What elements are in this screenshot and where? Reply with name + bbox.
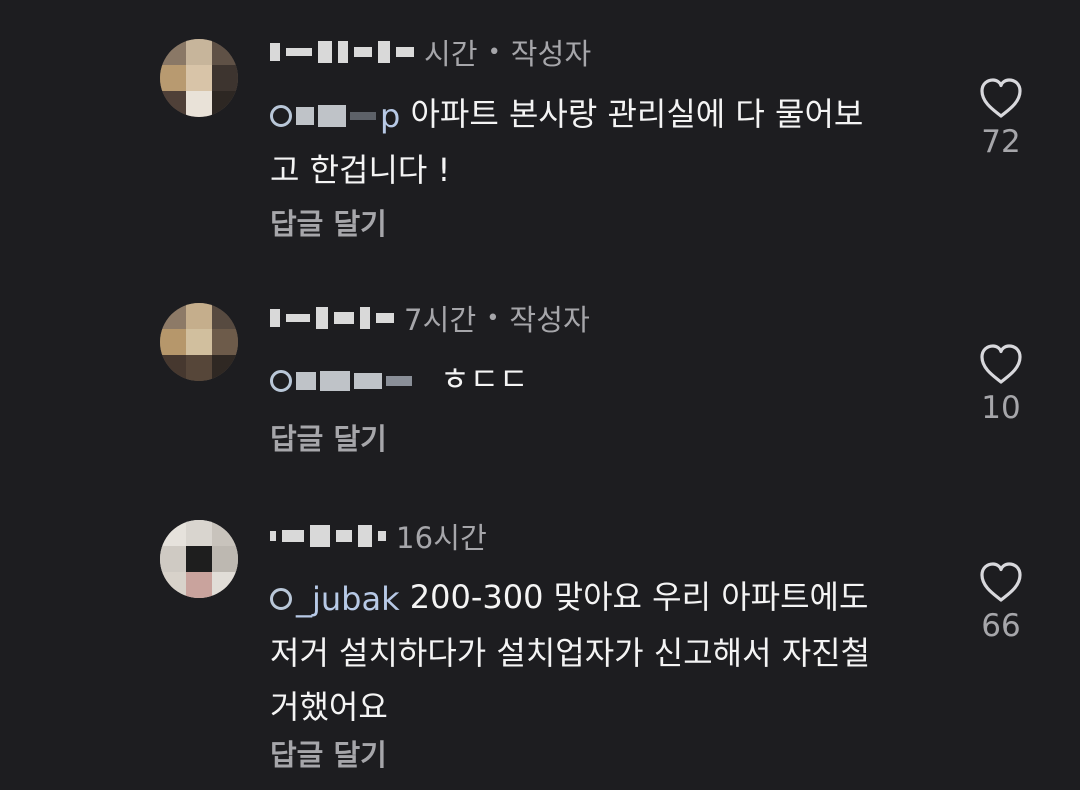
- avatar[interactable]: [160, 303, 238, 381]
- like-count: 66: [981, 608, 1021, 644]
- mention-tail: p: [380, 97, 401, 135]
- avatar[interactable]: [160, 520, 238, 598]
- username-redacted[interactable]: [270, 37, 414, 67]
- comment-time: 16시간: [396, 521, 488, 555]
- username-redacted[interactable]: [270, 521, 386, 551]
- mention-redacted[interactable]: [270, 370, 412, 392]
- comment-time: 7시간: [404, 303, 477, 337]
- heart-outline-icon: [980, 78, 1022, 118]
- like-count: 10: [981, 390, 1021, 426]
- avatar[interactable]: [160, 39, 238, 117]
- mention-redacted[interactable]: _jubak: [270, 572, 400, 626]
- meta-separator: •: [486, 305, 500, 331]
- author-badge: 작성자: [509, 303, 591, 337]
- comment-body: _jubak 200-300 맞아요 우리 아파트에도 저거 설치하다가 설치업…: [270, 570, 880, 734]
- mention-avatar-icon: [270, 370, 292, 392]
- author-badge: 작성자: [510, 37, 592, 71]
- heart-outline-icon: [980, 344, 1022, 384]
- comment-time: 시간: [424, 37, 478, 71]
- comment-body: p 아파트 본사랑 관리실에 다 물어보고 한겁니다 !: [270, 87, 880, 197]
- mention-avatar-icon: [270, 588, 292, 610]
- comment-body: ㅎㄷㄷ: [270, 352, 880, 406]
- mention-avatar-icon: [270, 105, 292, 127]
- mention-tail: _jubak: [296, 580, 400, 618]
- reply-button[interactable]: 답글 달기: [270, 732, 387, 774]
- reply-button[interactable]: 답글 달기: [270, 416, 387, 458]
- mention-redacted[interactable]: p: [270, 89, 400, 143]
- meta-separator: •: [487, 39, 501, 65]
- heart-outline-icon: [980, 562, 1022, 602]
- username-redacted[interactable]: [270, 303, 394, 333]
- like-button[interactable]: 66: [965, 560, 1037, 644]
- like-button[interactable]: 72: [965, 76, 1037, 160]
- comment-text: ㅎㄷㄷ: [440, 360, 529, 398]
- like-button[interactable]: 10: [965, 342, 1037, 426]
- reply-button[interactable]: 답글 달기: [270, 201, 387, 243]
- like-count: 72: [981, 124, 1021, 160]
